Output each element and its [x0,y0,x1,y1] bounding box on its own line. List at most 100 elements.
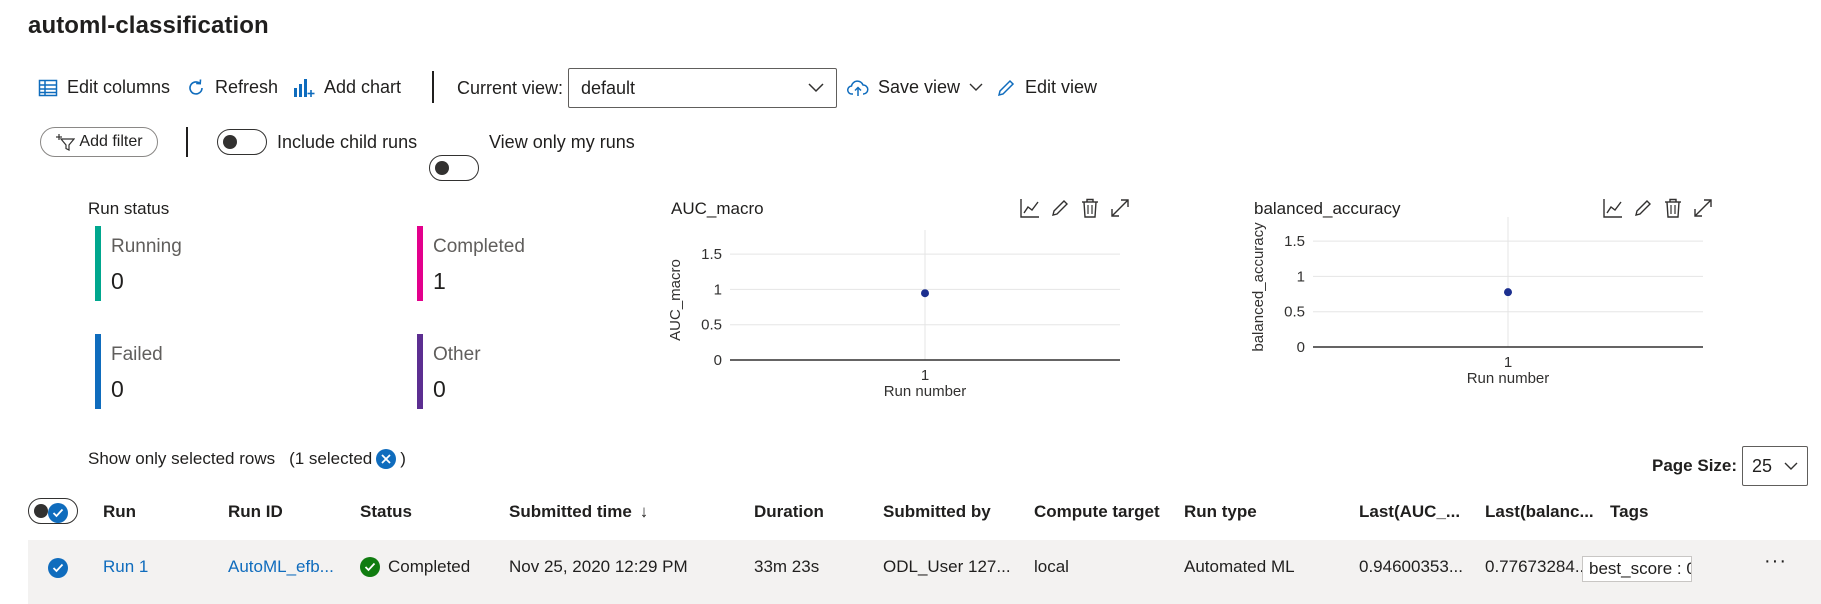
current-view-dropdown[interactable]: default [568,68,837,108]
column-header-submitted-by[interactable]: Submitted by [883,502,991,522]
selected-count: (1 selected [289,449,373,468]
line-chart-icon[interactable] [1603,198,1623,218]
y-tick-label: 0.5 [701,317,722,334]
column-header-status[interactable]: Status [360,502,412,522]
closing-paren: ) [400,449,406,468]
column-header-submitted-time[interactable]: Submitted time ↓ [509,502,648,522]
line-chart-icon[interactable] [1020,198,1040,218]
column-header-run-type[interactable]: Run type [1184,502,1257,522]
y-tick-label: 1.5 [701,246,722,263]
sort-descending-icon: ↓ [639,502,649,521]
column-header-duration[interactable]: Duration [754,502,824,522]
last-balanced-cell: 0.77673284... [1485,557,1589,576]
row-checkbox[interactable] [48,558,68,578]
refresh-button[interactable]: Refresh [186,77,278,98]
x-axis-label: Run number [1467,370,1550,387]
edit-view-label: Edit view [1025,77,1098,97]
x-tick-label: 1 [1504,354,1512,371]
select-all-checkbox[interactable] [48,503,68,523]
chevron-down-icon [1784,462,1798,470]
table-edit-icon [38,79,58,96]
save-view-button[interactable]: Save view [847,77,983,98]
completed-check-icon [360,557,380,577]
y-tick-label: 1.5 [1284,233,1305,250]
chevron-down-icon [969,83,983,91]
selection-summary: Show only selected rows (1 selected ) [88,449,406,469]
column-header-run-id[interactable]: Run ID [228,502,283,522]
column-header-last-balanced[interactable]: Last(balanc... [1485,502,1594,522]
y-axis-label: balanced_accuracy [1250,222,1267,352]
column-header-last-auc[interactable]: Last(AUC_... [1359,502,1460,522]
trash-icon[interactable] [1663,198,1683,218]
page-size-label: Page Size: [1652,456,1738,475]
expand-icon[interactable] [1693,198,1713,218]
edit-view-button[interactable]: Edit view [996,77,1097,98]
status-text: Completed [388,557,471,576]
status-count: 0 [111,376,124,402]
add-chart-label: Add chart [324,77,402,97]
chevron-down-icon [808,83,824,93]
page-title: automl-classification [28,12,269,39]
add-filter-label: Add filter [79,133,143,150]
checkmark-icon [52,563,64,573]
pencil-icon[interactable] [1633,198,1653,218]
page-size-value: 25 [1752,455,1773,476]
column-header-compute-target[interactable]: Compute target [1034,502,1160,522]
chart-title-auc-macro: AUC_macro [671,199,764,218]
run-link[interactable]: Run 1 [103,557,148,577]
column-header-tags[interactable]: Tags [1610,502,1648,522]
include-child-runs-label: Include child runs [277,132,418,152]
filter-divider [186,127,188,157]
run-id-link[interactable]: AutoML_efb... [228,557,334,577]
pencil-icon [997,79,1015,96]
auc-macro-chart: 00.511.51Run numberAUC_macro [667,230,1120,400]
x-tick-label: 1 [921,367,929,384]
status-label: Completed [433,236,525,257]
status-bar [417,334,423,409]
more-options-icon[interactable]: ··· [1764,550,1787,573]
chart-actions-balanced-accuracy [1603,198,1713,218]
refresh-label: Refresh [215,77,279,97]
view-only-my-runs-label: View only my runs [489,132,635,152]
status-bar [95,226,101,301]
bar-chart-add-icon [294,78,315,97]
status-label: Failed [111,344,163,365]
chart-actions-auc-macro [1020,198,1130,218]
filter-add-icon [56,134,76,151]
clear-selection-icon[interactable] [376,449,397,469]
balanced-accuracy-chart: 00.511.51Run numberbalanced_accuracy [1250,217,1703,387]
status-count: 0 [433,376,446,402]
y-tick-label: 1 [714,281,722,298]
edit-columns-button[interactable]: Edit columns [38,77,170,98]
page-size-dropdown[interactable]: 25 [1742,446,1808,486]
y-tick-label: 0.5 [1284,304,1305,321]
show-only-selected-label: Show only selected rows [88,449,276,468]
edit-columns-label: Edit columns [67,77,171,97]
expand-icon[interactable] [1110,198,1130,218]
add-chart-button[interactable]: Add chart [293,77,401,98]
cloud-upload-icon [847,79,869,96]
submitted-by-cell: ODL_User 127... [883,557,1011,576]
column-header-run[interactable]: Run [103,502,136,522]
duration-cell: 33m 23s [754,557,820,576]
status-label: Running [111,236,182,257]
pencil-icon[interactable] [1050,198,1070,218]
last-auc-cell: 0.94600353... [1359,557,1463,576]
compute-target-cell: local [1034,557,1069,576]
data-point [1504,288,1512,297]
trash-icon[interactable] [1080,198,1100,218]
refresh-icon [189,78,203,95]
current-view-label: Current view: [457,78,564,98]
y-tick-label: 1 [1297,268,1305,285]
status-cell: Completed [360,557,470,577]
view-only-my-runs-toggle[interactable] [429,155,479,181]
include-child-runs-toggle[interactable] [217,129,267,155]
status-count: 0 [111,268,124,294]
submitted-time-cell: Nov 25, 2020 12:29 PM [509,557,688,576]
status-bar [95,334,101,409]
toolbar-divider [432,71,434,103]
status-label: Other [433,344,481,365]
chart-title-balanced-accuracy: balanced_accuracy [1254,199,1401,218]
current-view-value: default [581,77,636,98]
add-filter-button[interactable]: Add filter [40,127,158,157]
